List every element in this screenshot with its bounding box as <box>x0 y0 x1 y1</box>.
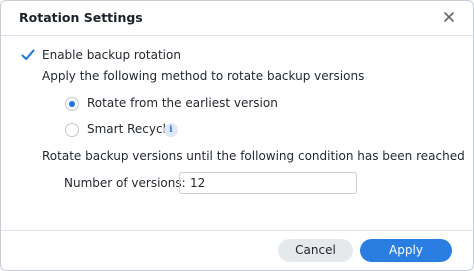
versions-label: Number of versions: <box>64 176 186 190</box>
info-icon[interactable]: i <box>164 123 178 137</box>
rotate-earliest-label[interactable]: Rotate from the earliest version <box>87 96 278 110</box>
enable-rotation-label[interactable]: Enable backup rotation <box>42 48 181 62</box>
smart-recycle-label[interactable]: Smart Recycle <box>87 122 173 136</box>
apply-button[interactable]: Apply <box>360 239 452 262</box>
enable-rotation-checkbox[interactable] <box>20 47 36 63</box>
close-icon[interactable] <box>441 9 457 25</box>
versions-input[interactable]: 12 <box>179 172 357 194</box>
cancel-button[interactable]: Cancel <box>278 239 353 262</box>
rotation-settings-dialog: Rotation Settings Enable backup rotation… <box>0 0 474 271</box>
rotate-earliest-radio[interactable] <box>65 97 79 111</box>
dialog-footer: Cancel Apply <box>1 230 473 270</box>
dialog-title: Rotation Settings <box>19 10 143 25</box>
method-heading: Apply the following method to rotate bac… <box>42 69 365 83</box>
condition-heading: Rotate backup versions until the followi… <box>42 149 465 163</box>
smart-recycle-radio[interactable] <box>65 123 79 137</box>
dialog-header: Rotation Settings <box>1 1 473 36</box>
